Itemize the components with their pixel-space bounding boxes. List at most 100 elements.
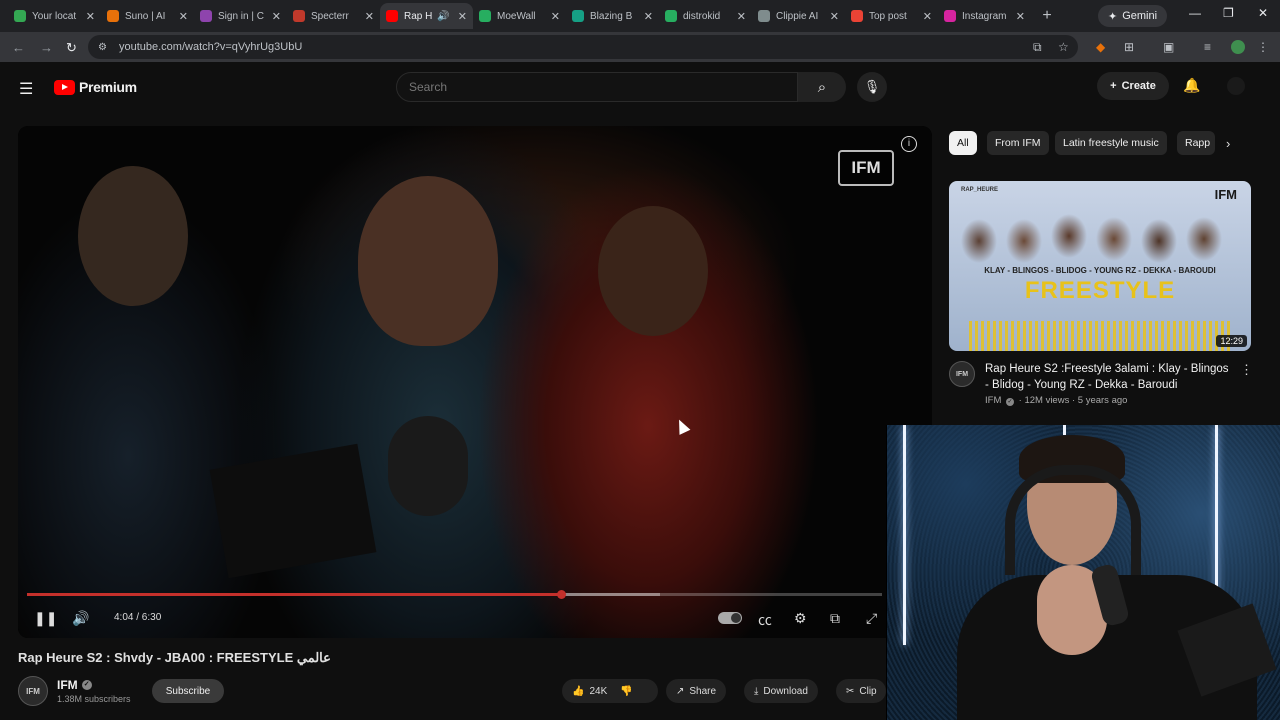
recommended-channel[interactable]: IFM	[985, 395, 1001, 406]
clip-label: Clip	[859, 685, 877, 697]
tab-favicon-icon	[572, 10, 584, 22]
tab-close-icon[interactable]: ✕	[272, 10, 281, 23]
youtube-play-icon	[54, 79, 75, 95]
clip-button[interactable]: ✂ Clip	[836, 679, 886, 703]
chip-rapp[interactable]: Rapp	[1177, 131, 1215, 155]
like-count[interactable]: 24K	[589, 686, 607, 697]
site-settings-icon[interactable]: ⚙	[98, 42, 107, 53]
recommended-channel-avatar[interactable]: IFM	[949, 361, 975, 387]
browser-tab[interactable]: Specterr ✕	[287, 3, 380, 29]
like-icon[interactable]: 👍	[572, 686, 584, 697]
fullscreen-icon[interactable]: ⤢	[866, 610, 877, 627]
tab-close-icon[interactable]: ✕	[179, 10, 188, 23]
chip-from-ifm[interactable]: From IFM	[987, 131, 1049, 155]
extension-icon[interactable]: ◆	[1096, 40, 1105, 54]
recommended-title[interactable]: Rap Heure S2 :Freestyle 3alami : Klay - …	[985, 361, 1230, 393]
browser-tab[interactable]: Suno | AI ✕	[101, 3, 194, 29]
chevron-right-icon[interactable]: ›	[1226, 136, 1230, 151]
gemini-button[interactable]: ✦ Gemini	[1098, 5, 1168, 27]
gemini-label: Gemini	[1122, 10, 1158, 22]
share-label: Share	[689, 685, 717, 697]
browser-tab[interactable]: Blazing B ✕	[566, 3, 659, 29]
more-options-icon[interactable]: ⋮	[1240, 362, 1253, 378]
tab-close-icon[interactable]: ✕	[830, 10, 839, 23]
chip-label: Latin freestyle music	[1063, 137, 1159, 149]
tab-close-icon[interactable]: ✕	[551, 10, 560, 23]
subscribe-button[interactable]: Subscribe	[152, 679, 224, 703]
tab-audio-icon[interactable]: 🔊	[437, 11, 449, 22]
browser-tab[interactable]: Rap H 🔊 ✕	[380, 3, 473, 29]
minimize-icon[interactable]: —	[1189, 6, 1201, 20]
browser-menu-icon[interactable]: ⋮	[1257, 40, 1269, 54]
browser-tab[interactable]: Your locat ✕	[8, 3, 101, 29]
tab-close-icon[interactable]: ✕	[458, 10, 467, 23]
notifications-bell-icon[interactable]: 🔔	[1183, 77, 1200, 94]
tab-close-icon[interactable]: ✕	[737, 10, 746, 23]
bookmark-star-icon[interactable]: ☆	[1058, 40, 1069, 54]
chip-all[interactable]: All	[949, 131, 977, 155]
menu-icon[interactable]: ☰	[19, 79, 33, 99]
tab-favicon-icon	[944, 10, 956, 22]
scrubber-handle[interactable]	[556, 590, 566, 599]
media-controls-icon[interactable]: ≡	[1204, 40, 1211, 54]
miniplayer-icon[interactable]: ⧉	[830, 610, 840, 627]
maximize-icon[interactable]: ❐	[1223, 6, 1234, 20]
settings-gear-icon[interactable]: ⚙	[794, 610, 807, 627]
account-avatar[interactable]	[1227, 77, 1245, 95]
like-dislike-group: 👍 24K 👎	[562, 679, 658, 703]
autoplay-toggle[interactable]	[718, 612, 742, 624]
tab-favicon-icon	[200, 10, 212, 22]
tab-close-icon[interactable]: ✕	[644, 10, 653, 23]
browser-tab[interactable]: distrokid ✕	[659, 3, 752, 29]
browser-tab[interactable]: Instagram ✕	[938, 3, 1031, 29]
channel-name[interactable]: IFM	[57, 678, 78, 692]
address-bar-row: ← → ↻ ⚙ youtube.com/watch?v=qVyhrUg3UbU …	[0, 32, 1280, 62]
tab-label: Suno | AI	[125, 10, 166, 22]
video-player[interactable]: IFM i ❚❚ 🔊 4:04 / 6:30 ㏄ ⚙ ⧉ ⤢	[18, 126, 932, 638]
recommended-views: 12M views	[1024, 395, 1070, 406]
download-label: Download	[763, 685, 808, 697]
url-field[interactable]: ⚙ youtube.com/watch?v=qVyhrUg3UbU	[88, 35, 1078, 59]
chip-label: From IFM	[995, 137, 1041, 149]
new-tab-icon[interactable]: +	[1035, 7, 1059, 25]
volume-icon[interactable]: 🔊	[72, 610, 89, 627]
channel-avatar[interactable]: IFM	[18, 676, 48, 706]
voice-search-button[interactable]: 🎙	[857, 72, 887, 102]
browser-tab[interactable]: MoeWall ✕	[473, 3, 566, 29]
chip-latin-freestyle[interactable]: Latin freestyle music	[1055, 131, 1167, 155]
search-button[interactable]: ⌕	[798, 72, 846, 102]
youtube-logo[interactable]: Premium	[54, 79, 137, 95]
tab-close-icon[interactable]: ✕	[86, 10, 95, 23]
dislike-icon[interactable]: 👎	[620, 686, 632, 697]
subscriber-count: 1.38M subscribers	[57, 694, 131, 704]
window-close-icon[interactable]: ✕	[1258, 6, 1268, 20]
browser-tab[interactable]: Sign in | C ✕	[194, 3, 287, 29]
browser-tab[interactable]: Top post ✕	[845, 3, 938, 29]
side-panel-icon[interactable]: ▣	[1163, 40, 1174, 54]
progress-bar[interactable]	[27, 590, 882, 599]
extensions-puzzle-icon[interactable]: ⊞	[1124, 40, 1134, 54]
tab-favicon-icon	[758, 10, 770, 22]
tab-close-icon[interactable]: ✕	[365, 10, 374, 23]
search-input[interactable]: Search	[396, 72, 798, 102]
captions-icon[interactable]: ㏄	[758, 610, 772, 630]
pause-icon[interactable]: ❚❚	[34, 610, 57, 627]
back-icon[interactable]: ←	[12, 40, 25, 55]
webcam-overlay	[886, 425, 1280, 720]
browser-tab[interactable]: Clippie AI ✕	[752, 3, 845, 29]
thumbnail-logo: IFM	[1214, 187, 1237, 202]
channel-name-row[interactable]: IFM ✓	[57, 678, 92, 692]
recommended-thumbnail[interactable]: RAP_HEURE IFM KLAY - BLINGOS - BLIDOG - …	[949, 181, 1251, 351]
create-button[interactable]: + Create	[1097, 72, 1169, 100]
video-person-right	[598, 206, 708, 336]
reload-icon[interactable]: ↻	[66, 40, 77, 56]
tab-close-icon[interactable]: ✕	[1016, 10, 1025, 23]
forward-icon[interactable]: →	[40, 40, 53, 55]
download-button[interactable]: ⤓ Download	[744, 679, 818, 703]
channel-watermark[interactable]: IFM	[838, 150, 894, 186]
install-app-icon[interactable]: ⧉	[1033, 40, 1042, 55]
profile-avatar[interactable]	[1231, 40, 1245, 54]
tab-close-icon[interactable]: ✕	[923, 10, 932, 23]
share-button[interactable]: ↗ Share	[666, 679, 727, 703]
info-icon[interactable]: i	[901, 136, 917, 152]
